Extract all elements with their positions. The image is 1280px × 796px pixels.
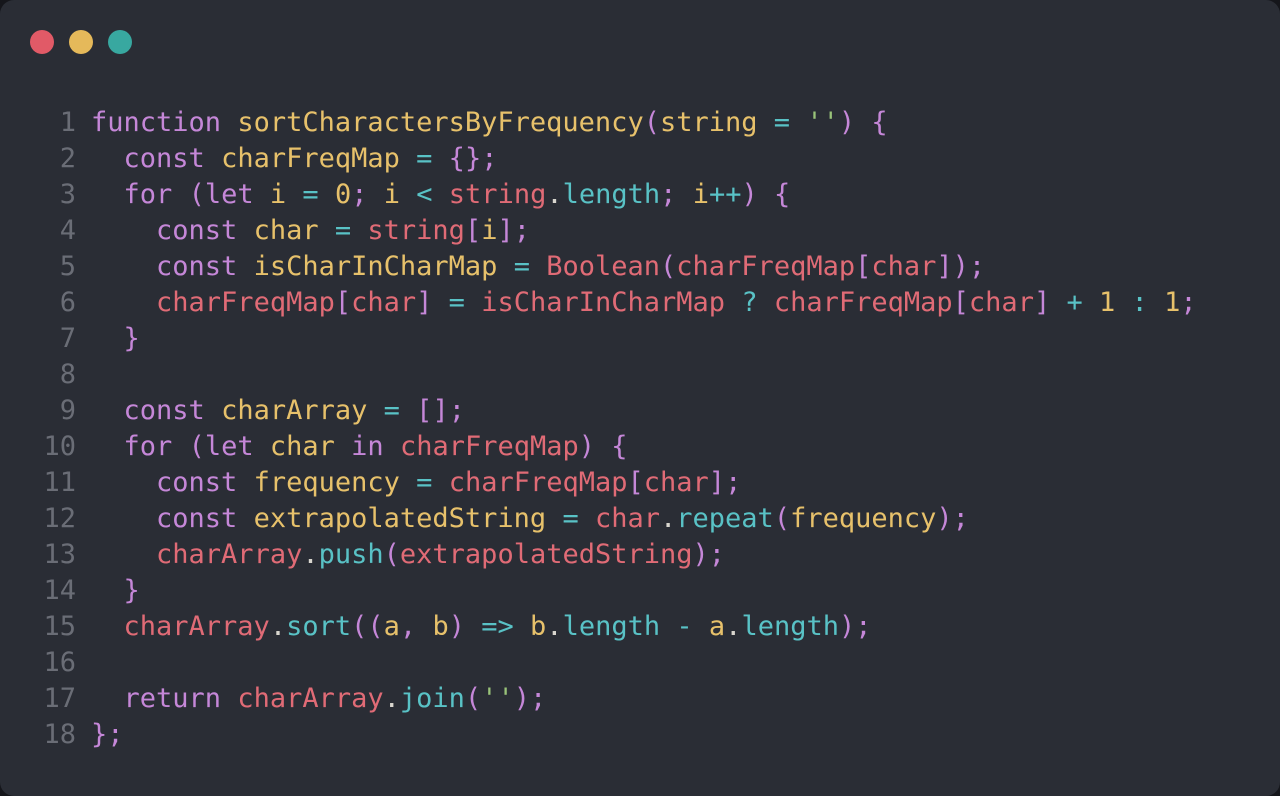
code-text: charArray.sort((a, b) => b.length - a.le… <box>123 611 872 642</box>
code-text: return charArray.join(''); <box>123 683 547 714</box>
code-line: 5 const isCharInCharMap = Boolean(charFr… <box>0 249 1197 285</box>
line-number: 16 <box>43 647 76 678</box>
code-text: for (let char in charFreqMap) { <box>123 431 628 462</box>
zoom-button[interactable] <box>108 30 132 54</box>
line-number: 6 <box>59 287 76 318</box>
line-number: 15 <box>43 611 76 642</box>
code-window: 1 function sortCharactersByFrequency(stri… <box>0 0 1280 796</box>
code-text: }; <box>91 719 124 750</box>
code-text: const charFreqMap = {}; <box>123 143 498 174</box>
line-number: 13 <box>43 539 76 570</box>
line-number: 4 <box>59 215 76 246</box>
close-button[interactable] <box>30 30 54 54</box>
code-text: const frequency = charFreqMap[char]; <box>156 467 742 498</box>
window-controls <box>30 30 132 54</box>
line-number: 5 <box>59 251 76 282</box>
code-text: for (let i = 0; i < string.length; i++) … <box>123 179 791 210</box>
code-line: 6 charFreqMap[char] = isCharInCharMap ? … <box>0 285 1197 321</box>
code-line: 8 <box>0 357 1197 393</box>
line-number: 2 <box>59 143 76 174</box>
code-line: 12 const extrapolatedString = char.repea… <box>0 501 1197 537</box>
code-line: 17 return charArray.join(''); <box>0 681 1197 717</box>
code-text: } <box>123 323 140 354</box>
code-line: 3 for (let i = 0; i < string.length; i++… <box>0 177 1197 213</box>
code-line: 2 const charFreqMap = {}; <box>0 141 1197 177</box>
code-text: const char = string[i]; <box>156 215 531 246</box>
code-line: 15 charArray.sort((a, b) => b.length - a… <box>0 609 1197 645</box>
line-number: 12 <box>43 503 76 534</box>
code-text: function sortCharactersByFrequency(strin… <box>91 107 888 138</box>
line-number: 9 <box>59 395 76 426</box>
code-line: 11 const frequency = charFreqMap[char]; <box>0 465 1197 501</box>
line-number: 18 <box>43 719 76 750</box>
line-number: 17 <box>43 683 76 714</box>
code-line: 16 <box>0 645 1197 681</box>
line-number: 8 <box>59 359 76 390</box>
code-line: 4 const char = string[i]; <box>0 213 1197 249</box>
line-number: 11 <box>43 467 76 498</box>
code-line: 18}; <box>0 717 1197 753</box>
code-text: charArray.push(extrapolatedString); <box>156 539 726 570</box>
code-line: 7 } <box>0 321 1197 357</box>
code-text: } <box>123 575 140 606</box>
line-number: 10 <box>43 431 76 462</box>
line-number: 3 <box>59 179 76 210</box>
code-text: const isCharInCharMap = Boolean(charFreq… <box>156 251 986 282</box>
code-line: 14 } <box>0 573 1197 609</box>
code-line: 1 function sortCharactersByFrequency(stri… <box>0 105 1197 141</box>
line-number: 1 <box>59 107 76 138</box>
code-line: 9 const charArray = []; <box>0 393 1197 429</box>
minimize-button[interactable] <box>69 30 93 54</box>
code-text: const charArray = []; <box>123 395 465 426</box>
code-text: charFreqMap[char] = isCharInCharMap ? ch… <box>156 287 1197 318</box>
code-line: 10 for (let char in charFreqMap) { <box>0 429 1197 465</box>
code-editor: 1 function sortCharactersByFrequency(stri… <box>0 105 1197 753</box>
line-number: 7 <box>59 323 76 354</box>
code-text: const extrapolatedString = char.repeat(f… <box>156 503 969 534</box>
line-number: 14 <box>43 575 76 606</box>
code-line: 13 charArray.push(extrapolatedString); <box>0 537 1197 573</box>
